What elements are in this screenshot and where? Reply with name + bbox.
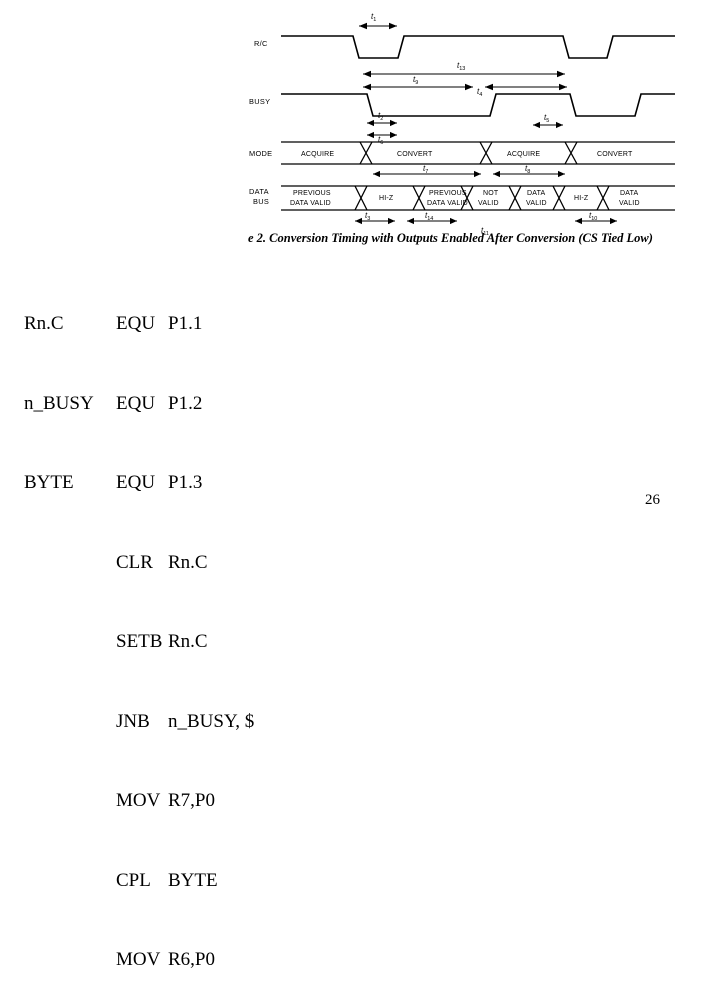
dimension-band-lower: t7 t8 [373,164,565,178]
tick-label-t1: t1 [371,12,376,23]
code-op-5: JNB [116,710,150,732]
code-arg-1: P1.2 [168,392,203,414]
svg-text:VALID: VALID [478,200,499,207]
bus-block-0: PREVIOUS DATA VALID [290,190,331,207]
bus-block-4: DATA VALID [526,190,547,207]
assembly-code-listing: Rn.C EQU P1.1 n_BUSY EQU P1.2 BYTE EQU P1.3 CL… [24,258,254,1000]
code-op-6: MOV [116,790,161,811]
code-line-4: SETB Rn.C [24,629,254,656]
bus-block-5: HI-Z [574,195,589,202]
svg-text:DATA VALID: DATA VALID [290,200,331,207]
mode-block-0: ACQUIRE [301,151,334,158]
code-arg-3: Rn.C [168,551,208,573]
page-number: 26 [645,492,660,508]
svg-text:PREVIOUS: PREVIOUS [429,190,467,197]
timing-diagram-figure: R/C t1 t13 t9 t4 BUSY t2 t6 t5 MODE ACQU… [245,8,675,253]
tick-label-t7: t7 [423,164,428,175]
dimension-band-upper: t13 t9 t4 [363,61,567,98]
signal-label-data: DATA [249,187,269,196]
code-line-1: n_BUSY EQU P1.2 [24,391,254,418]
code-label-2: BYTE [24,472,74,493]
code-line-0: Rn.C EQU P1.1 [24,311,254,338]
code-line-6: MOV R7,P0 [24,788,254,815]
code-label-0: Rn.C [24,313,64,334]
code-arg-0: P1.1 [168,313,203,334]
signal-row-data-bus: DATA BUS PREVIOUS DATA VALID HI-Z PREVIO… [249,185,675,211]
code-line-3: CLR Rn.C [24,550,254,577]
code-op-3: CLR [116,551,153,573]
tick-label-t13: t13 [457,61,465,72]
svg-text:VALID: VALID [526,200,547,207]
tick-label-t9: t9 [413,75,418,86]
signal-label-mode: MODE [249,149,272,158]
signal-label-rc: R/C [254,39,268,48]
code-op-4: SETB [116,631,163,652]
code-line-8: MOV R6,P0 [24,947,254,974]
bus-block-3: NOT VALID [478,190,499,207]
code-line-7: CPL BYTE [24,868,254,895]
dimension-t1: t1 [359,12,397,30]
mode-block-3: CONVERT [597,151,633,158]
code-arg-6: R7,P0 [168,790,215,811]
code-op-7: CPL [116,869,151,891]
signal-label-busy: BUSY [249,97,270,106]
mode-block-2: ACQUIRE [507,151,540,158]
code-arg-4: Rn.C [168,631,208,652]
signal-label-bus: BUS [253,197,269,206]
timing-diagram-svg: R/C t1 t13 t9 t4 BUSY t2 t6 t5 MODE ACQU… [249,12,675,237]
svg-text:VALID: VALID [619,200,640,207]
mode-block-1: CONVERT [397,151,433,158]
tick-label-t2: t2 [378,111,383,122]
tick-label-t3: t3 [365,211,370,222]
tick-label-t8: t8 [525,164,530,175]
figure-caption: e 2. Conversion Timing with Outputs Enab… [248,231,653,245]
signal-row-busy: BUSY [249,93,675,117]
signal-row-rc: R/C t1 [254,12,675,59]
svg-text:NOT: NOT [483,190,499,197]
svg-text:DATA VALID: DATA VALID [427,200,468,207]
svg-text:PREVIOUS: PREVIOUS [293,190,331,197]
tick-label-t4: t4 [477,87,482,98]
bus-block-6: DATA VALID [619,190,640,207]
code-arg-7: BYTE [168,869,218,891]
code-op-2: EQU [116,472,156,493]
code-op-0: EQU [116,313,156,334]
code-op-8: MOV [116,949,161,970]
tick-label-t5: t5 [544,113,549,124]
tick-label-t6: t6 [378,135,383,146]
code-line-2: BYTE EQU P1.3 [24,470,254,497]
tick-label-t14: t14 [425,211,433,222]
code-op-1: EQU [116,392,156,414]
bus-block-1: HI-Z [379,195,394,202]
code-label-1: n_BUSY [24,392,94,414]
rc-waveform [281,35,675,59]
code-arg-8: R6,P0 [168,949,215,970]
svg-text:DATA: DATA [527,190,546,197]
svg-text:DATA: DATA [620,190,639,197]
tick-label-t10: t10 [589,211,597,222]
code-line-5: JNB n_BUSY, $ [24,709,254,736]
code-arg-2: P1.3 [168,472,203,493]
code-arg-5: n_BUSY, $ [168,710,255,732]
bus-block-2: PREVIOUS DATA VALID [427,190,468,207]
busy-waveform [281,93,675,117]
signal-row-mode: MODE ACQUIRE CONVERT ACQUIRE CONVERT [249,141,675,165]
